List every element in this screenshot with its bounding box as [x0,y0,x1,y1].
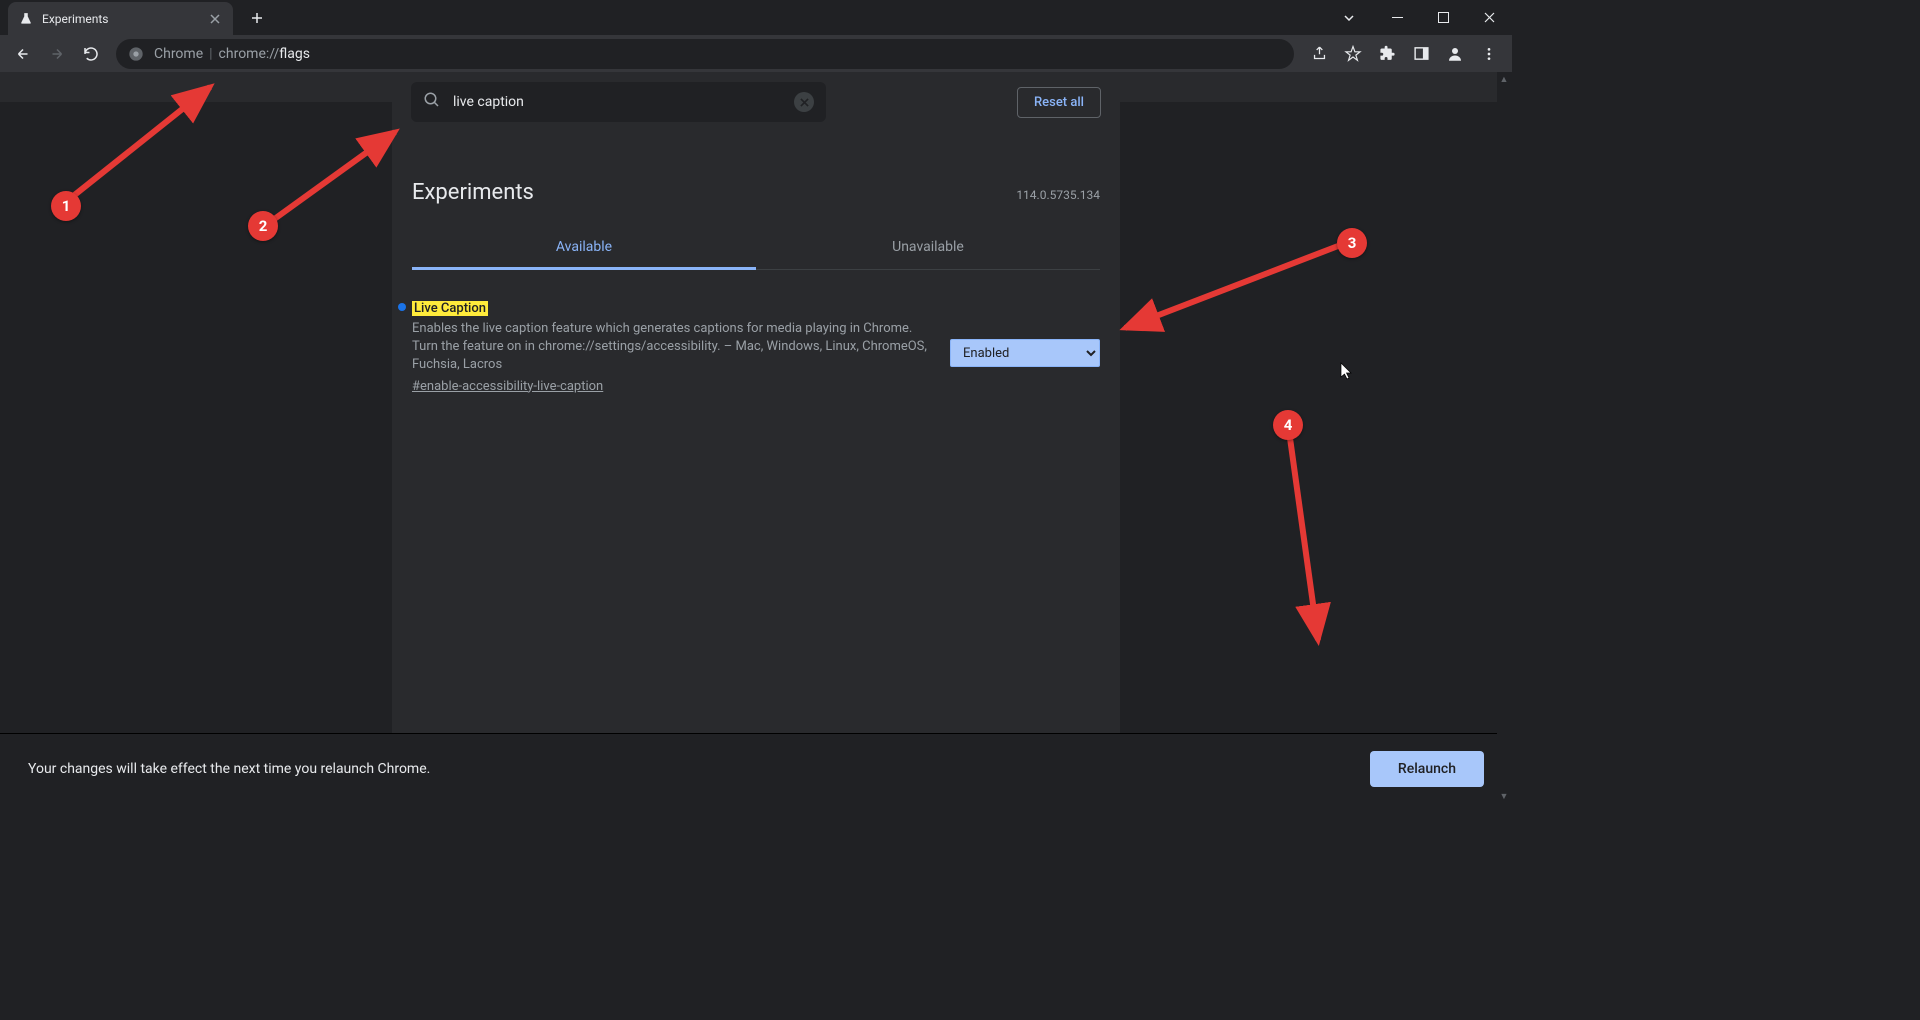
annotation-marker-1: 1 [51,191,81,221]
flag-hash-link[interactable]: #enable-accessibility-live-caption [412,379,603,394]
tab-search-icon[interactable] [1334,0,1364,35]
reset-all-button[interactable]: Reset all [1017,87,1101,118]
search-icon [423,91,441,113]
share-icon[interactable] [1304,39,1334,69]
back-button[interactable] [8,39,38,69]
toolbar: Chrome | chrome://flags [0,35,1512,72]
search-box[interactable] [411,82,826,122]
tab-available[interactable]: Available [412,227,756,270]
sidepanel-icon[interactable] [1406,39,1436,69]
relaunch-button[interactable]: Relaunch [1370,751,1484,787]
scrollbar[interactable]: ▲ ▼ [1497,72,1512,803]
menu-icon[interactable] [1474,39,1504,69]
center-column: Experiments 114.0.5735.134 Available Una… [392,102,1120,803]
relaunch-message: Your changes will take effect the next t… [28,761,430,777]
flag-description: Enables the live caption feature which g… [412,320,930,375]
relaunch-bar: Your changes will take effect the next t… [0,733,1512,803]
omnibox-divider: | [209,46,212,62]
tab-title: Experiments [42,12,207,26]
titlebar: Experiments [0,0,1512,35]
close-window-button[interactable] [1466,0,1512,35]
reload-button[interactable] [76,39,106,69]
chrome-icon [128,46,144,62]
flask-icon [18,11,34,27]
search-input[interactable] [453,94,794,110]
tabs: Available Unavailable [412,227,1100,270]
window-controls [1334,0,1512,35]
omnibox-scheme-label: Chrome [154,46,203,62]
new-tab-button[interactable] [243,4,271,32]
version-label: 114.0.5735.134 [1016,188,1100,202]
minimize-button[interactable] [1374,0,1420,35]
page-title: Experiments [412,180,534,205]
omnibox[interactable]: Chrome | chrome://flags [116,39,1294,69]
maximize-button[interactable] [1420,0,1466,35]
extensions-icon[interactable] [1372,39,1402,69]
annotation-marker-4: 4 [1273,410,1303,440]
tab-close-icon[interactable] [207,11,223,27]
forward-button[interactable] [42,39,72,69]
profile-icon[interactable] [1440,39,1470,69]
flag-item: Live Caption Enables the live caption fe… [392,297,1100,394]
omnibox-url-prefix: chrome:// [219,46,280,62]
flag-title: Live Caption [412,301,488,316]
annotation-marker-2: 2 [248,211,278,241]
mouse-cursor-icon [1340,362,1354,384]
browser-tab[interactable]: Experiments [8,2,233,35]
tab-unavailable[interactable]: Unavailable [756,227,1100,269]
flag-state-select[interactable]: Enabled [950,339,1100,367]
modified-dot-icon [398,303,406,311]
omnibox-url-suffix: flags [279,46,310,62]
clear-search-icon[interactable] [794,92,814,112]
annotation-marker-3: 3 [1337,228,1367,258]
bookmark-icon[interactable] [1338,39,1368,69]
